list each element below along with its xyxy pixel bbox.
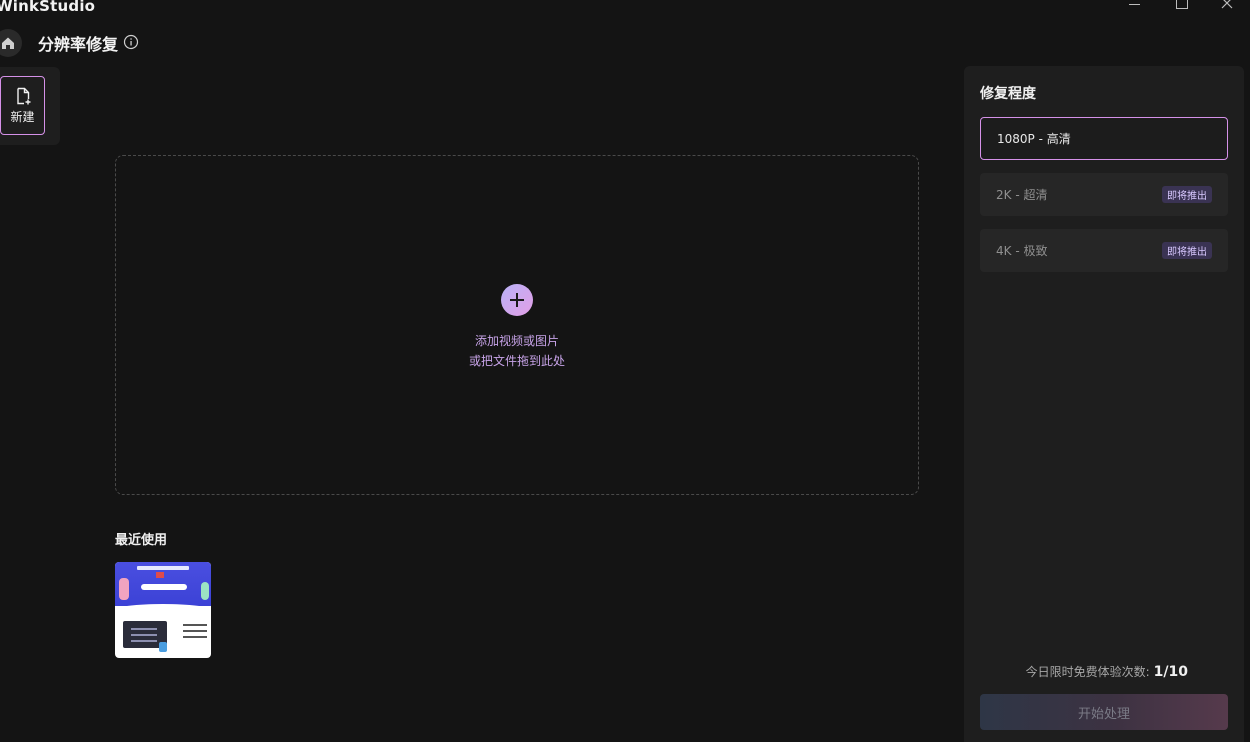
option-1080p[interactable]: 1080P - 高清 [980, 117, 1228, 160]
drop-hint-secondary: 或把文件拖到此处 [468, 354, 565, 368]
free-trial-label: 今日限时免费体验次数: [1025, 665, 1150, 679]
thumbnail-banner [115, 562, 211, 606]
thumbnail-headline [137, 566, 189, 570]
thumbnail-accent [159, 642, 167, 652]
option-2k[interactable]: 2K - 超清 即将推出 [980, 173, 1228, 216]
minimize-icon[interactable] [1112, 0, 1158, 14]
info-icon[interactable] [123, 34, 139, 54]
new-button[interactable]: 新建 [0, 76, 45, 135]
panel-title: 修复程度 [980, 86, 1036, 102]
recent-item-thumbnail[interactable] [115, 562, 211, 658]
thumbnail-figure-right [201, 582, 209, 600]
window-controls [1112, 0, 1250, 14]
option-4k[interactable]: 4K - 极致 即将推出 [980, 229, 1228, 272]
app-brand: WinkStudio [0, 0, 96, 15]
left-rail: 新建 [0, 67, 60, 145]
repair-settings-panel: 修复程度 1080P - 高清 2K - 超清 即将推出 4K - 极致 即将推… [964, 66, 1244, 742]
app-window: WinkStudio 分辨率修复 新建 添加视频或图片 或把文件拖到此处 最近使… [0, 0, 1250, 742]
start-processing-button[interactable]: 开始处理 [980, 694, 1228, 730]
file-plus-icon [16, 87, 30, 104]
drop-hint-primary: 添加视频或图片 [474, 334, 559, 348]
add-file-button[interactable] [501, 284, 533, 316]
thumbnail-text-line [183, 636, 207, 638]
maximize-icon[interactable] [1158, 0, 1204, 14]
file-drop-zone[interactable]: 添加视频或图片 或把文件拖到此处 [115, 155, 919, 495]
plus-icon [510, 293, 524, 307]
thumbnail-text-line [183, 630, 207, 632]
free-trial-info: 今日限时免费体验次数: 1/10 [1026, 663, 1188, 680]
recent-section-title: 最近使用 [115, 533, 168, 548]
free-trial-count: 1/10 [1153, 664, 1188, 680]
thumbnail-pill [141, 584, 187, 590]
new-button-label: 新建 [10, 109, 35, 124]
option-label: 2K - 超清 [996, 188, 1048, 202]
option-label: 1080P - 高清 [997, 132, 1071, 146]
home-button[interactable] [0, 29, 22, 57]
thumbnail-text-line [183, 624, 207, 626]
thumbnail-wave [115, 604, 211, 616]
close-icon[interactable] [1204, 0, 1250, 14]
option-label: 4K - 极致 [996, 244, 1048, 258]
thumbnail-mark [156, 572, 164, 578]
page-title: 分辨率修复 [38, 35, 119, 54]
thumbnail-figure-left [119, 578, 129, 600]
coming-soon-badge: 即将推出 [1162, 242, 1212, 259]
home-icon [2, 37, 14, 49]
coming-soon-badge: 即将推出 [1162, 186, 1212, 203]
